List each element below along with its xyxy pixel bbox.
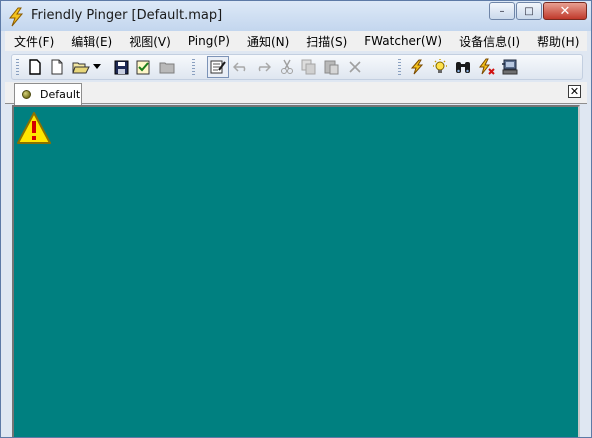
menu-device-info[interactable]: 设备信息(I) <box>450 33 528 50</box>
find-binoculars-icon[interactable] <box>454 58 472 76</box>
ping-lightning-icon[interactable] <box>408 58 426 76</box>
close-tab-button[interactable]: ✕ <box>568 85 581 98</box>
copy-icon[interactable] <box>300 58 318 76</box>
tab-label: Default <box>40 88 81 101</box>
window-controls: – □ ✕ <box>488 2 587 20</box>
menu-ping[interactable]: Ping(P) <box>179 34 238 48</box>
menu-file[interactable]: 文件(F) <box>5 33 62 50</box>
save-icon[interactable] <box>112 58 130 76</box>
toolbar-grip-3[interactable] <box>398 59 401 75</box>
dropdown-arrow-icon[interactable] <box>92 58 102 76</box>
app-window: Friendly Pinger [Default.map] – □ ✕ 文件(F… <box>0 0 592 438</box>
notify-bulb-icon[interactable] <box>431 58 449 76</box>
title-bar[interactable]: Friendly Pinger [Default.map] – □ ✕ <box>1 1 591 31</box>
paste-icon[interactable] <box>322 58 340 76</box>
undo-icon[interactable] <box>232 58 250 76</box>
menu-fwatcher[interactable]: FWatcher(W) <box>355 34 450 48</box>
menu-notify[interactable]: 通知(N) <box>238 33 297 50</box>
edit-mode-icon[interactable] <box>207 56 229 78</box>
device-info-icon[interactable] <box>501 58 519 76</box>
map-canvas[interactable] <box>12 105 580 437</box>
new-page-icon[interactable] <box>48 58 66 76</box>
cut-icon[interactable] <box>278 58 296 76</box>
menu-help[interactable]: 帮助(H) <box>528 33 587 50</box>
main-toolbar <box>11 54 583 80</box>
minimize-button[interactable]: – <box>489 2 515 20</box>
window-title: Friendly Pinger [Default.map] <box>31 8 223 23</box>
toolbar-grip-2[interactable] <box>192 59 195 75</box>
menu-edit[interactable]: 编辑(E) <box>62 33 120 50</box>
folder-icon[interactable] <box>158 58 176 76</box>
tab-status-icon <box>22 90 31 99</box>
map-tab-strip: Default <box>5 82 587 105</box>
maximize-button[interactable]: □ <box>516 2 542 20</box>
tab-default[interactable]: Default <box>14 83 82 105</box>
checklist-icon[interactable] <box>134 58 152 76</box>
menu-scan[interactable]: 扫描(S) <box>297 33 355 50</box>
menu-view[interactable]: 视图(V) <box>120 33 179 50</box>
app-lightning-icon <box>7 7 25 27</box>
menu-bar: 文件(F) 编辑(E) 视图(V) Ping(P) 通知(N) 扫描(S) FW… <box>5 31 587 51</box>
redo-icon[interactable] <box>254 58 272 76</box>
close-button[interactable]: ✕ <box>543 2 587 20</box>
warning-icon[interactable] <box>16 111 52 151</box>
delete-icon[interactable] <box>346 58 364 76</box>
new-map-icon[interactable] <box>26 58 44 76</box>
toolbar-grip[interactable] <box>16 59 19 75</box>
fwatcher-icon[interactable] <box>477 58 495 76</box>
open-folder-icon[interactable] <box>72 58 90 76</box>
